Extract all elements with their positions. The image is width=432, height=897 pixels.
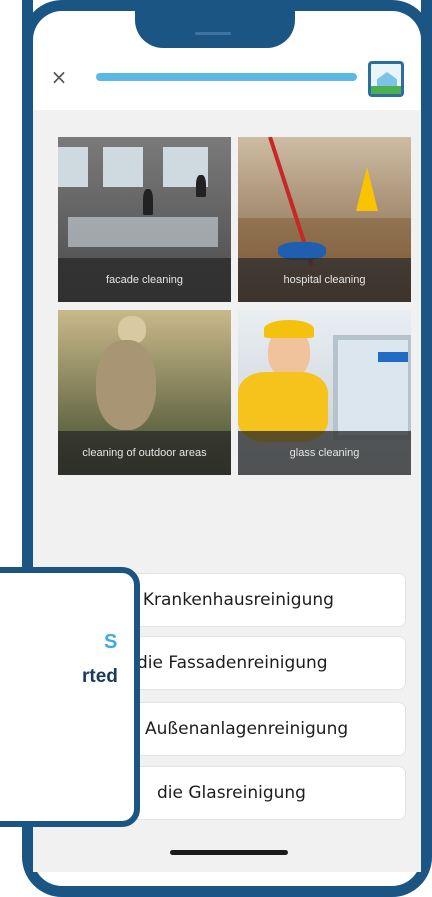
overlay-subheading: rted <box>82 666 118 687</box>
overlay-heading: S <box>104 631 118 653</box>
answer-label: e Krankenhausreinigung <box>127 590 334 610</box>
close-icon[interactable]: × <box>48 66 70 88</box>
tile-caption: facade cleaning <box>58 258 231 302</box>
hard-hat <box>264 320 314 338</box>
progress-bar <box>96 73 357 81</box>
squeegee <box>378 352 408 362</box>
tile-caption: glass cleaning <box>238 431 411 475</box>
answer-label: die Fassadenreinigung <box>137 653 328 673</box>
worker-body <box>96 340 156 430</box>
wet-floor-sign <box>356 167 378 211</box>
overlay-info-card: S rted <box>0 567 140 827</box>
tile-caption: hospital cleaning <box>238 258 411 302</box>
window-pane <box>58 147 88 187</box>
climber-worker <box>143 189 153 215</box>
image-tile-glass-cleaning[interactable]: glass cleaning <box>238 310 411 475</box>
notch-speaker <box>195 32 231 35</box>
grass-shape <box>371 86 401 94</box>
answer-label: Außenanlagenreinigung <box>145 719 349 739</box>
climber-worker <box>196 175 206 197</box>
phone-notch <box>135 0 295 48</box>
tile-caption: cleaning of outdoor areas <box>58 431 231 475</box>
home-indicator[interactable] <box>170 850 288 855</box>
answer-label: die Glasreinigung <box>157 783 306 803</box>
image-tile-facade-cleaning[interactable]: facade cleaning <box>58 137 231 302</box>
house-app-icon <box>368 61 404 97</box>
window-pane <box>103 147 143 187</box>
window-frame <box>333 335 411 440</box>
image-tile-outdoor-cleaning[interactable]: cleaning of outdoor areas <box>58 310 231 475</box>
window-pane <box>68 217 218 247</box>
image-tile-hospital-cleaning[interactable]: hospital cleaning <box>238 137 411 302</box>
